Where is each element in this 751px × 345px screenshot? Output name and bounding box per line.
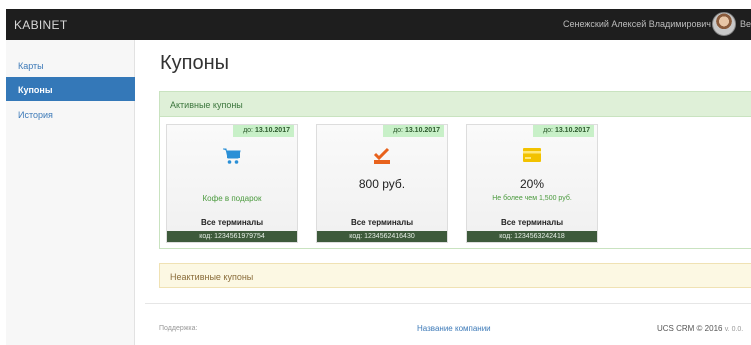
footer-divider — [145, 303, 751, 304]
top-navbar: KABINET Сенежский Алексей Владимирович В… — [6, 9, 751, 40]
inactive-coupons-panel[interactable]: Неактивные купоны — [159, 263, 751, 288]
sidebar-item-history[interactable]: История — [6, 102, 135, 126]
checkmark-icon — [373, 147, 391, 170]
sidebar-item-coupons[interactable]: Купоны — [6, 77, 135, 101]
page-title: Купоны — [160, 52, 230, 74]
expiry-prefix: до: — [393, 127, 403, 134]
cart-icon — [222, 147, 242, 170]
expiry-date: 13.10.2017 — [404, 127, 440, 134]
user-name[interactable]: Сенежский Алексей Владимирович — [563, 19, 711, 29]
coupon-terminals: Все терминалы — [500, 218, 564, 227]
app-frame: KABINET Сенежский Алексей Владимирович В… — [0, 0, 751, 345]
brand-logo[interactable]: KABINET — [14, 18, 67, 32]
coupon-terminals: Все терминалы — [350, 218, 414, 227]
expiry-date: 13.10.2017 — [554, 127, 590, 134]
coupon-card[interactable]: до: 13.10.2017 20% Не более чем 1,500 ру… — [466, 124, 598, 243]
footer-version: v. 0.0. — [724, 326, 744, 333]
coupon-card[interactable]: до: 13.10.2017 Кофе в подарок Все термин… — [166, 124, 298, 243]
footer-company-link[interactable]: Название компании — [417, 324, 491, 333]
coupon-value: 20% — [519, 177, 545, 191]
coupon-expiry: до: 13.10.2017 — [233, 125, 294, 137]
sidebar-item-cards[interactable]: Карты — [6, 53, 135, 77]
coupon-description: Кофе в подарок — [202, 194, 262, 203]
coupon-terminals: Все терминалы — [200, 218, 264, 227]
user-avatar[interactable] — [712, 12, 736, 36]
expiry-prefix: до: — [543, 127, 553, 134]
active-coupons-header: Активные купоны — [160, 92, 751, 117]
coupon-limit: Не более чем 1,500 руб. — [492, 195, 572, 202]
coupon-expiry: до: 13.10.2017 — [383, 125, 444, 137]
credit-card-icon — [522, 147, 542, 168]
coupon-code: код: 1234562416430 — [317, 231, 447, 242]
expiry-date: 13.10.2017 — [254, 127, 290, 134]
footer-support: Поддержка: — [159, 325, 198, 332]
sidebar: Карты Купоны История — [6, 40, 135, 345]
footer-crm-text: UCS CRM © 2016 — [657, 324, 723, 333]
coupon-code: код: 1234563242418 — [467, 231, 597, 242]
coupon-code: код: 1234561979754 — [167, 231, 297, 242]
coupon-value: 800 руб. — [358, 177, 406, 191]
expiry-prefix: до: — [243, 127, 253, 134]
coupon-card[interactable]: до: 13.10.2017 800 руб. Все терминалы ко… — [316, 124, 448, 243]
footer-copyright: UCS CRM © 2016 v. 0.0. — [657, 324, 743, 333]
coupon-expiry: до: 13.10.2017 — [533, 125, 594, 137]
active-coupons-panel: Активные купоны до: 13.10.2017 Кофе в по… — [159, 91, 751, 249]
header-extra-link[interactable]: Ве — [740, 19, 751, 29]
